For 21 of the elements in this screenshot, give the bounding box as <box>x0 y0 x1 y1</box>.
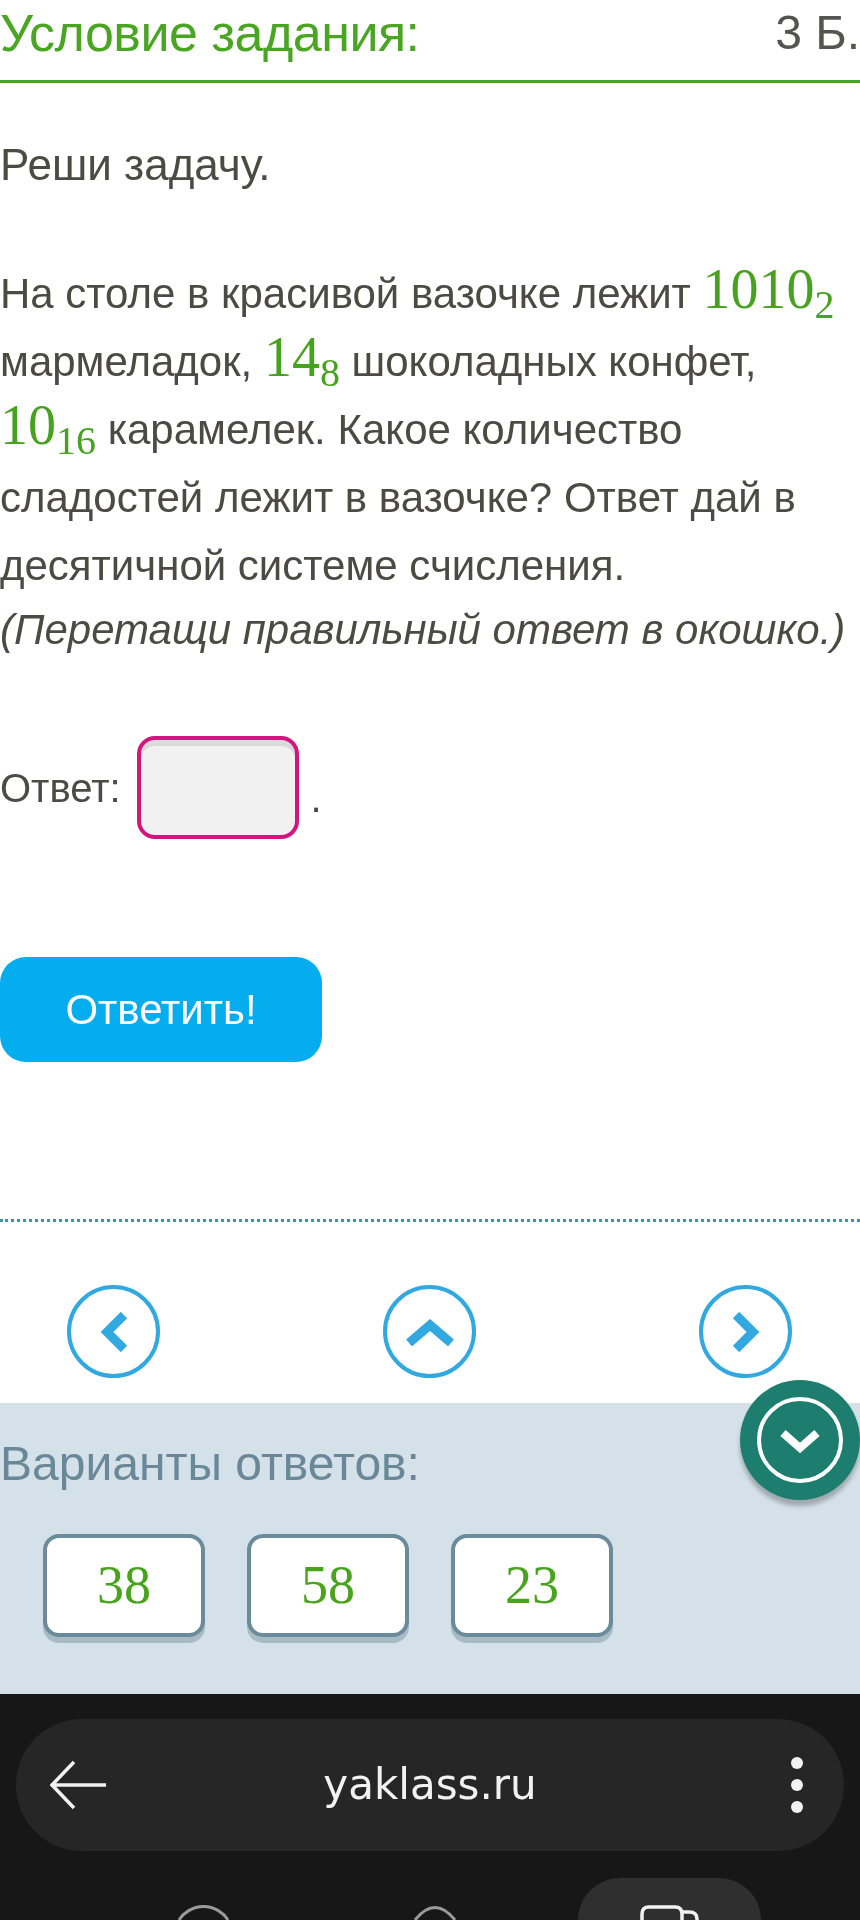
next-button[interactable] <box>699 1285 792 1378</box>
task-heading: Реши задачу. <box>0 139 271 191</box>
options-title: Варианты ответов: <box>0 1436 420 1492</box>
answer-box[interactable] <box>136 736 299 839</box>
tabs-icon <box>637 1905 702 1920</box>
chevron-left-icon <box>99 1311 128 1352</box>
submit-button[interactable]: Ответить! <box>0 957 322 1062</box>
task-title: Условие задания: <box>0 3 420 64</box>
points-label: 3 Б. <box>775 5 860 61</box>
answer-label: Ответ: <box>0 764 121 812</box>
more-options-icon[interactable] <box>790 1756 804 1814</box>
chevron-up-icon <box>405 1317 454 1346</box>
sentence-period: . <box>310 774 322 822</box>
chevron-down-circle-icon <box>756 1396 844 1484</box>
problem-text: На столе в красивой вазочке лежит 1010$_{2}$ мармеладок, 14$_{8}$ шоколадных конфет, 10$_{16}$ карамелек. Какое количество сладостей лежит в вазочке? Ответ дай в десятичной системе счисления. <box>0 260 836 591</box>
up-button[interactable] <box>383 1285 476 1378</box>
back-arrow-icon[interactable] <box>50 1760 108 1810</box>
url-text[interactable]: yaklass.ru <box>323 1759 537 1811</box>
instruction-text: (Перетащи правильный ответ в окошко.) <box>0 605 846 655</box>
chevron-right-icon <box>731 1311 760 1352</box>
previous-button[interactable] <box>67 1285 160 1378</box>
